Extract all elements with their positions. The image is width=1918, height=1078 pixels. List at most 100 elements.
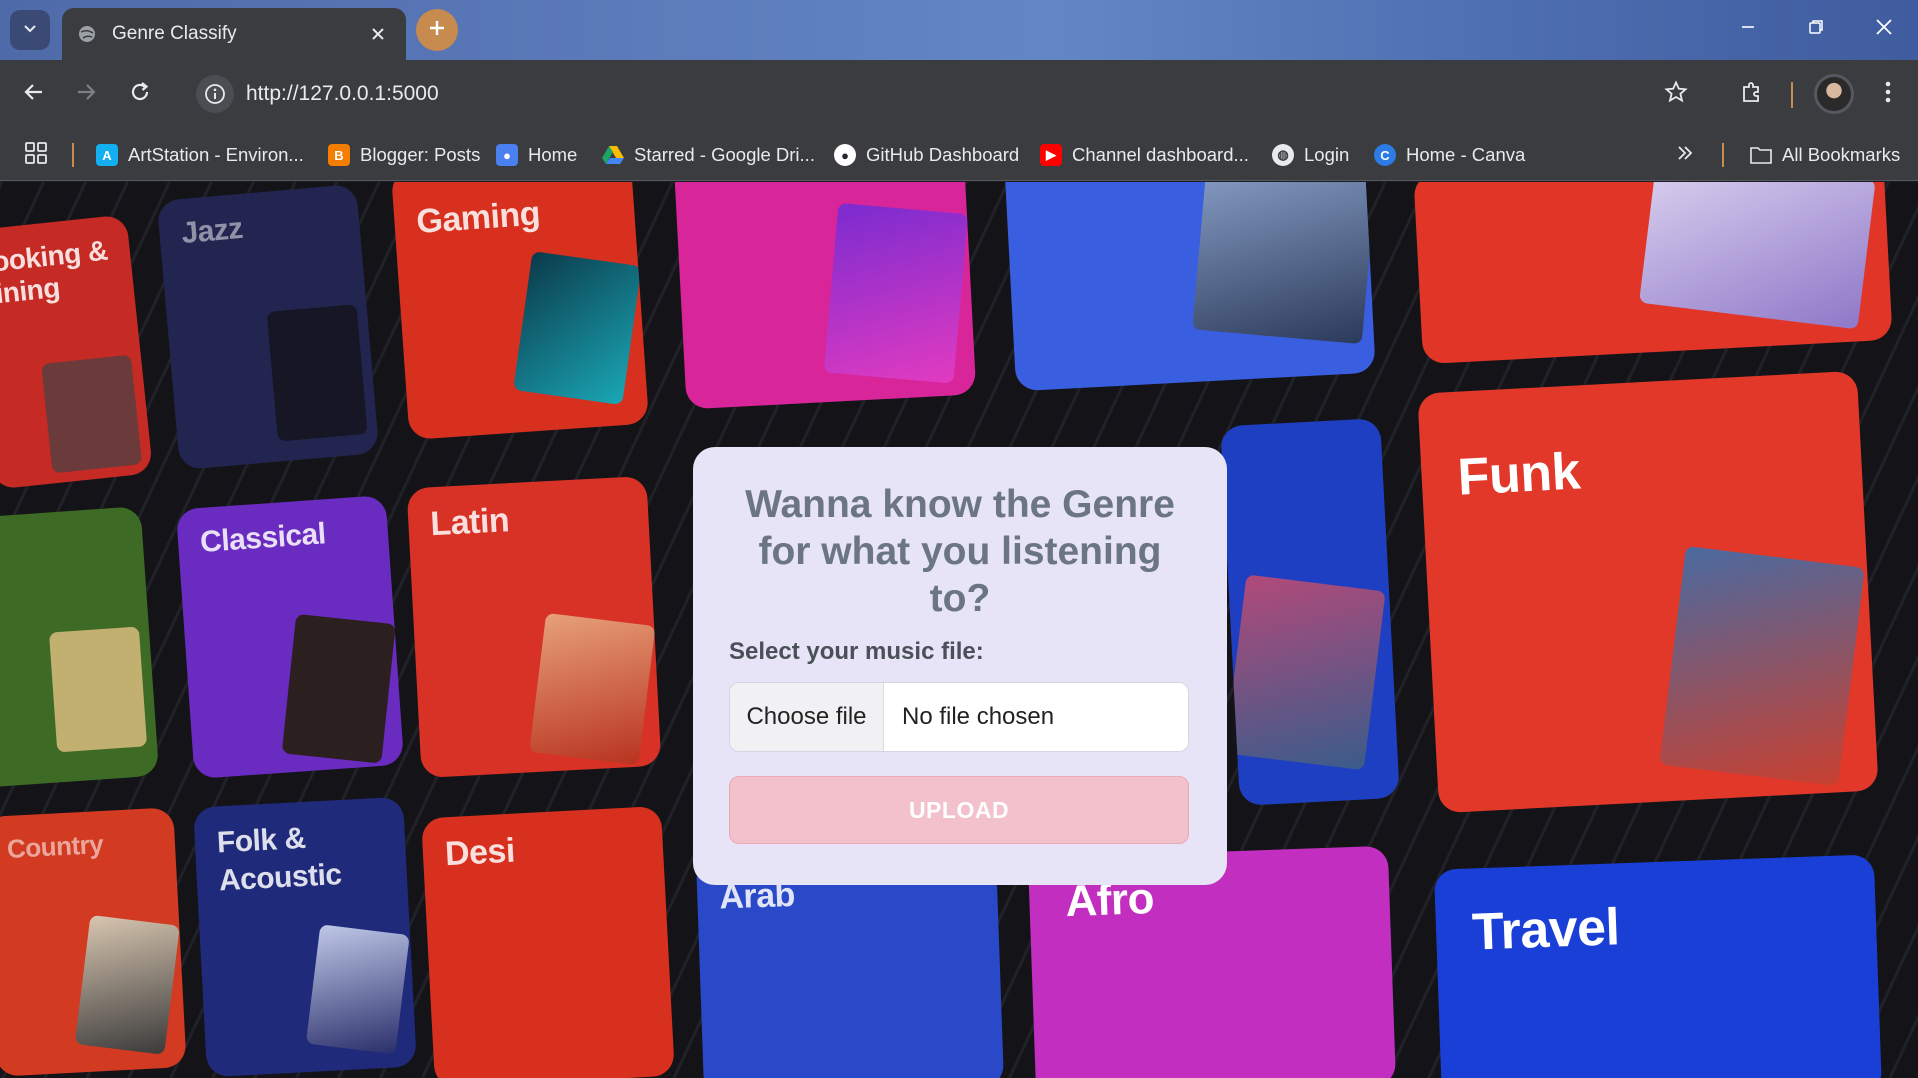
album-art — [513, 251, 642, 406]
tab-search-button[interactable] — [10, 10, 50, 50]
background-tile: Jazz — [156, 183, 380, 471]
reload-icon — [129, 81, 151, 107]
blogger-icon: B — [328, 144, 350, 166]
background-tile: Classical — [175, 495, 405, 779]
bookmark-google-drive[interactable]: Starred - Google Dri... — [602, 129, 815, 181]
browser-tab[interactable]: Genre Classify — [62, 8, 406, 60]
tile-label: Folk & Acoustic — [216, 821, 343, 898]
background-tile: Travel — [1433, 854, 1883, 1078]
background-tile: ooking & ining — [0, 214, 154, 490]
star-icon — [1664, 80, 1688, 108]
bookmark-label: Channel dashboard... — [1072, 144, 1249, 165]
address-bar[interactable]: http://127.0.0.1:5000 — [186, 69, 1668, 119]
arrow-left-icon — [23, 81, 45, 107]
minimize-button[interactable] — [1716, 6, 1780, 52]
background-tile — [1220, 418, 1400, 806]
tile-label: Gaming — [415, 194, 542, 241]
tile-label: Latin — [429, 501, 511, 544]
album-art — [305, 924, 410, 1055]
toolbar-divider — [1791, 82, 1793, 108]
background-tile — [673, 182, 977, 410]
folder-icon — [1750, 144, 1772, 166]
album-art — [1224, 574, 1386, 771]
background-tile: Funk — [1417, 370, 1879, 814]
choose-file-button[interactable]: Choose file — [730, 683, 884, 751]
background-tile: Latin — [406, 475, 662, 779]
google-drive-icon — [602, 144, 624, 166]
bookmark-login[interactable]: ◍ Login — [1272, 129, 1349, 181]
browser-title-bar: Genre Classify — [0, 0, 1918, 60]
close-tab-icon[interactable] — [364, 20, 392, 48]
album-art — [41, 354, 143, 474]
album-art — [74, 914, 180, 1055]
tile-label: Desi — [444, 831, 516, 874]
browser-toolbar: http://127.0.0.1:5000 — [0, 60, 1918, 129]
github-icon: ● — [834, 144, 856, 166]
bookmark-artstation[interactable]: A ArtStation - Environ... — [96, 129, 304, 181]
bookmark-label: All Bookmarks — [1782, 144, 1901, 165]
bookmark-blogger[interactable]: B Blogger: Posts — [328, 129, 480, 181]
tile-label: Travel — [1471, 898, 1621, 962]
tile-label: ooking & ining — [0, 234, 109, 310]
card-title: Wanna know the Genre for what you listen… — [745, 483, 1175, 620]
bookmarks-bar: A ArtStation - Environ... B Blogger: Pos… — [0, 129, 1918, 181]
youtube-icon: ▶ — [1040, 144, 1062, 166]
back-button[interactable] — [14, 74, 54, 114]
new-tab-button[interactable] — [416, 9, 458, 51]
google-classroom-icon: ● — [496, 144, 518, 166]
bookmark-label: ArtStation - Environ... — [128, 144, 304, 165]
album-art — [281, 613, 396, 764]
background-tile — [1004, 182, 1376, 392]
tile-label: Classical — [199, 517, 327, 559]
tile-label: Country — [6, 828, 104, 864]
upload-card: Wanna know the Genre for what you listen… — [693, 447, 1227, 885]
album-art — [48, 626, 148, 753]
bookmarks-overflow-button[interactable] — [1676, 129, 1694, 181]
site-info-icon[interactable] — [196, 75, 234, 113]
profile-avatar[interactable] — [1814, 74, 1854, 114]
bookmark-label: Login — [1304, 144, 1350, 165]
canva-icon: C — [1374, 144, 1396, 166]
arrow-right-icon — [75, 81, 97, 107]
forward-button[interactable] — [66, 74, 106, 114]
bookmark-label: GitHub Dashboard — [866, 144, 1020, 165]
plus-icon — [428, 19, 446, 41]
restore-button[interactable] — [1784, 6, 1848, 52]
upload-button[interactable]: UPLOAD — [729, 776, 1189, 844]
bookmark-star-button[interactable] — [1656, 74, 1696, 114]
bookmark-youtube-channel[interactable]: ▶ Channel dashboard... — [1040, 129, 1249, 181]
file-status-text: No file chosen — [902, 703, 1055, 730]
bookmark-label: Starred - Google Dri... — [634, 144, 815, 165]
all-bookmarks-button[interactable]: All Bookmarks — [1750, 129, 1900, 181]
tab-title: Genre Classify — [112, 23, 237, 44]
album-art — [529, 612, 656, 766]
extensions-button[interactable] — [1732, 74, 1772, 114]
reload-button[interactable] — [120, 74, 160, 114]
background-tile: Gaming — [390, 182, 650, 441]
tile-label: Jazz — [180, 211, 245, 251]
bookmark-label: Blogger: Posts — [360, 144, 481, 165]
bookmark-canva[interactable]: C Home - Canva — [1374, 129, 1525, 181]
bookmark-home[interactable]: ● Home — [496, 129, 577, 181]
browser-menu-button[interactable] — [1868, 74, 1908, 114]
background-tile: Folk & Acoustic — [193, 796, 417, 1078]
bookmark-github[interactable]: ● GitHub Dashboard — [834, 129, 1019, 181]
bookmarks-divider — [1722, 143, 1724, 167]
globe-icon: ◍ — [1272, 144, 1294, 166]
apps-grid-icon[interactable] — [24, 141, 52, 169]
music-file-input[interactable]: Choose file No file chosen — [729, 682, 1189, 752]
background-tile: Country — [0, 807, 187, 1077]
double-chevron-right-icon — [1676, 144, 1694, 167]
bookmark-label: Home - Canva — [1406, 144, 1526, 165]
tile-label: Funk — [1456, 442, 1582, 507]
url-text: http://127.0.0.1:5000 — [246, 82, 439, 105]
chevron-down-icon — [22, 20, 38, 40]
close-window-button[interactable] — [1852, 6, 1916, 52]
puzzle-icon — [1740, 80, 1764, 108]
album-art — [1659, 545, 1865, 787]
restore-icon — [1808, 19, 1824, 39]
file-label: Select your music file: — [729, 638, 984, 665]
background-tile — [1413, 182, 1893, 365]
album-art — [823, 202, 969, 384]
album-art — [266, 304, 368, 442]
